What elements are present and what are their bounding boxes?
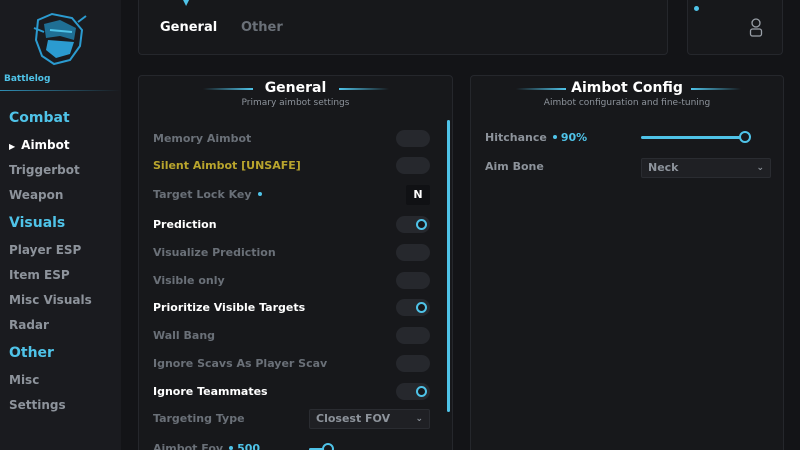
panel-title: Aimbot Config: [571, 80, 683, 96]
panel-title: General: [264, 80, 327, 96]
hitchance-slider-track[interactable]: [641, 136, 747, 139]
wall-bang-label: Wall Bang: [153, 329, 216, 342]
ignore-scavs-label: Ignore Scavs As Player Scav: [153, 357, 328, 370]
sidebar-item-settings[interactable]: Settings: [9, 398, 66, 412]
aimbot-fov-slider-handle[interactable]: [322, 443, 334, 450]
general-panel: General Primary aimbot settings Memory A…: [138, 75, 453, 450]
dot-icon: [257, 192, 262, 196]
panel-subtitle: Aimbot configuration and fine-tuning: [543, 98, 711, 108]
aim-bone-select[interactable]: Neck ⌄: [641, 158, 771, 178]
sidebar-item-triggerbot[interactable]: Triggerbot: [9, 163, 80, 177]
chevron-down-icon: ⌄: [415, 414, 423, 424]
hitchance-label: Hitchance 90%: [485, 131, 588, 144]
sidebar-item-weapon[interactable]: Weapon: [9, 188, 63, 202]
silent-aimbot-label: Silent Aimbot [UNSAFE]: [153, 159, 301, 172]
ignore-scavs-toggle[interactable]: [396, 355, 430, 372]
silent-aimbot-toggle[interactable]: [396, 157, 430, 174]
memory-aimbot-label: Memory Aimbot: [153, 132, 252, 145]
hitchance-slider-handle[interactable]: [739, 131, 751, 143]
memory-aimbot-toggle[interactable]: [396, 130, 430, 147]
chevron-down-icon: ⌄: [756, 163, 764, 173]
scrollbar[interactable]: [447, 120, 450, 412]
wall-bang-toggle[interactable]: [396, 327, 430, 344]
dot-icon: [552, 135, 557, 139]
top-tab-bar: ▼ General Other: [138, 0, 668, 55]
knight-helmet-logo-icon: [33, 12, 87, 66]
dot-icon: [229, 446, 234, 450]
visible-only-label: Visible only: [153, 274, 225, 287]
user-icon[interactable]: [749, 17, 763, 37]
prediction-label: Prediction: [153, 218, 217, 231]
visualize-prediction-label: Visualize Prediction: [153, 246, 276, 259]
sidebar-item-misc[interactable]: Misc: [9, 373, 39, 387]
aim-bone-label: Aim Bone: [485, 160, 544, 173]
sidebar-item-item-esp[interactable]: Item ESP: [9, 268, 70, 282]
sidebar-item-misc-visuals[interactable]: Misc Visuals: [9, 293, 92, 307]
aimbot-fov-label: Aimbot Fov 500: [153, 442, 261, 450]
aimbot-config-panel: Aimbot Config Aimbot configuration and f…: [470, 75, 784, 450]
ignore-teammates-label: Ignore Teammates: [153, 385, 268, 398]
visible-only-toggle[interactable]: [396, 272, 430, 289]
tab-other[interactable]: Other: [241, 20, 283, 35]
ignore-teammates-toggle[interactable]: [396, 383, 430, 400]
status-dot-icon: [694, 6, 699, 11]
nav-section-combat: Combat: [9, 110, 70, 126]
tab-indicator-icon: ▼: [183, 0, 190, 7]
sidebar-item-player-esp[interactable]: Player ESP: [9, 243, 81, 257]
user-box: [687, 0, 783, 55]
sidebar-item-radar[interactable]: Radar: [9, 318, 49, 332]
prioritize-visible-label: Prioritize Visible Targets: [153, 301, 306, 314]
tab-general[interactable]: General: [160, 20, 217, 35]
panel-subtitle: Primary aimbot settings: [241, 98, 350, 108]
target-lock-key-button[interactable]: N: [406, 185, 430, 205]
target-lock-key-label: Target Lock Key: [153, 188, 266, 201]
sidebar: Battlelog Combat ▶ Aimbot Triggerbot Weap…: [0, 0, 121, 450]
prioritize-visible-toggle[interactable]: [396, 299, 430, 316]
nav-section-other: Other: [9, 345, 54, 361]
prediction-toggle[interactable]: [396, 216, 430, 233]
brand-name: Battlelog: [4, 74, 51, 84]
active-arrow-icon: ▶: [9, 142, 16, 151]
targeting-type-label: Targeting Type: [153, 412, 245, 425]
sidebar-item-aimbot[interactable]: ▶ Aimbot: [9, 138, 70, 152]
visualize-prediction-toggle[interactable]: [396, 244, 430, 261]
brand-divider: [0, 90, 121, 91]
nav-section-visuals: Visuals: [9, 215, 66, 231]
targeting-type-select[interactable]: Closest FOV ⌄: [309, 409, 430, 429]
